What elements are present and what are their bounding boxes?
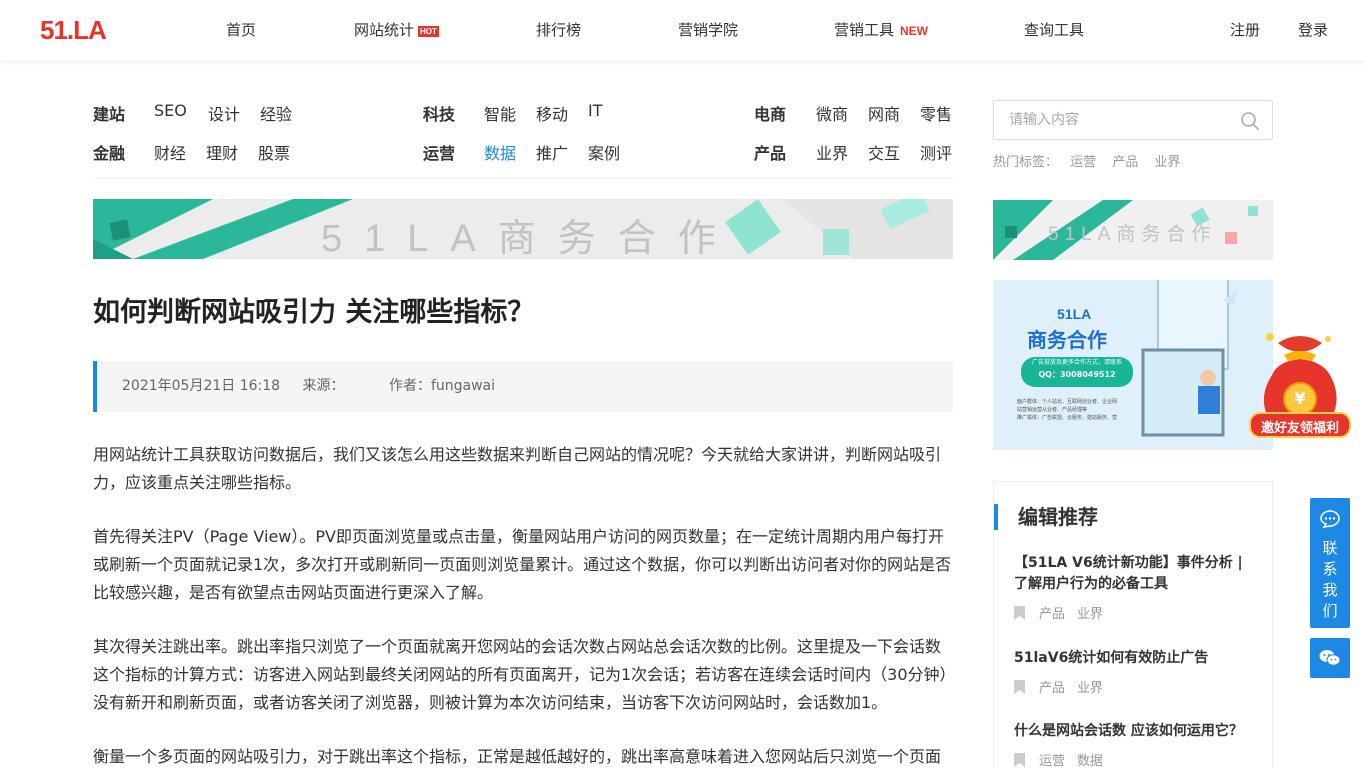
rec-tag[interactable]: 产品: [1039, 603, 1065, 622]
category-link[interactable]: 测评: [920, 140, 952, 164]
search-icon[interactable]: [1240, 111, 1260, 131]
bookmark-icon: [1014, 752, 1025, 767]
nav-home[interactable]: 首页: [226, 0, 256, 60]
ad-headline: 商务合作: [1027, 328, 1107, 352]
hot-tags: 热门标签： 运营 产品 业界: [993, 151, 1192, 170]
logo-text: 51.LA: [40, 15, 107, 45]
nav-marketing-tools[interactable]: 营销工具 NEW: [834, 0, 928, 60]
category-head[interactable]: 运营: [423, 144, 455, 163]
banner-text: 51LA商务合作: [321, 218, 738, 259]
category-link[interactable]: SEO: [154, 101, 187, 120]
category-link[interactable]: 交互: [868, 140, 900, 164]
ad-qq-pill: 广告投放及更多合作方式，请联系 QQ：3008049512: [1021, 357, 1133, 387]
article-paragraph: 首先得关注PV（Page View）。PV即页面浏览量或点击量，衡量网站用户访问…: [93, 527, 952, 602]
rec-tag[interactable]: 数据: [1077, 750, 1103, 768]
nav-marketing-academy[interactable]: 营销学院: [678, 0, 738, 60]
category-link[interactable]: 案例: [588, 140, 620, 164]
side-business-banner[interactable]: 51LA商务合作: [993, 200, 1273, 260]
category-head[interactable]: 电商: [754, 105, 786, 124]
category-head[interactable]: 产品: [754, 144, 786, 163]
hot-tag[interactable]: 产品: [1112, 155, 1138, 170]
category-group-jinrong: 金融: [93, 140, 125, 164]
category-link-active[interactable]: 数据: [484, 140, 516, 164]
article-paragraph: 其次得关注跳出率。跳出率指只浏览了一个页面就离开您网站的会话次数占网站总会话次数…: [93, 637, 948, 712]
rec-tags: 产品 业界: [1014, 603, 1254, 622]
article-author: 作者：fungawai: [388, 378, 496, 394]
site-logo[interactable]: 51.LA: [40, 15, 107, 45]
category-link[interactable]: 推广: [536, 140, 568, 164]
hot-tag[interactable]: 运营: [1070, 155, 1096, 170]
category-group-keji: 科技: [423, 101, 455, 125]
nav-ranking[interactable]: 排行榜: [536, 0, 581, 60]
rec-item[interactable]: 【51LA V6统计新功能】事件分析 | 了解用户行为的必备工具 产品 业界: [1014, 553, 1254, 622]
rec-tags: 产品 业界: [1014, 677, 1254, 696]
contact-us-button[interactable]: 联 系 我 们: [1310, 498, 1350, 628]
category-link[interactable]: 零售: [920, 101, 952, 125]
side-banner-text: 51LA商务合作: [1048, 224, 1217, 245]
category-link[interactable]: 理财: [206, 140, 238, 164]
contact-us-label: 联 系 我 们: [1322, 539, 1338, 620]
article-date: 2021年05月21日 16:18: [122, 378, 281, 394]
category-group-chanpin: 产品: [754, 140, 786, 164]
nav-query-tools[interactable]: 查询工具: [1024, 0, 1084, 60]
hot-badge: HOT: [418, 26, 439, 37]
reward-caption: 邀好友领福利: [1260, 421, 1339, 436]
register-link[interactable]: 注册: [1230, 0, 1260, 60]
editor-recommendations: 编辑推荐 【51LA V6统计新功能】事件分析 | 了解用户行为的必备工具 产品…: [993, 481, 1273, 768]
rec-item-title[interactable]: 【51LA V6统计新功能】事件分析 | 了解用户行为的必备工具: [1014, 553, 1254, 595]
category-head[interactable]: 金融: [93, 144, 125, 163]
category-link[interactable]: 网商: [868, 101, 900, 125]
search-input[interactable]: [994, 101, 1224, 139]
category-head[interactable]: 科技: [423, 105, 455, 124]
rec-item[interactable]: 什么是网站会话数 应该如何运用它？ 运营 数据: [1014, 721, 1254, 768]
bookmark-icon: [1014, 605, 1025, 620]
category-link[interactable]: 移动: [536, 101, 568, 125]
chat-bubble-icon: [1320, 510, 1340, 529]
article-title: 如何判断网站吸引力 关注哪些指标？: [93, 297, 535, 328]
rec-title: 编辑推荐: [994, 504, 1098, 530]
business-cooperation-banner[interactable]: 51LA商务合作: [93, 199, 953, 259]
category-link[interactable]: 股票: [258, 140, 290, 164]
category-link[interactable]: 设计: [208, 101, 240, 125]
category-head[interactable]: 建站: [93, 105, 125, 124]
site-header: 51.LA 首页 网站统计 HOT 排行榜 营销学院 营销工具 NEW 查询工具 注…: [0, 0, 1366, 60]
category-group-jianzhan: 建站: [93, 101, 125, 125]
rec-tag[interactable]: 业界: [1077, 603, 1103, 622]
ad-target-text: 面户群体：个人站长、互联网创业者、企业网 站营销运营从业者、产品经理等 推广载体…: [1017, 399, 1118, 421]
money-bag-symbol: ¥: [1294, 389, 1306, 408]
article-source: 来源：: [302, 378, 345, 394]
category-group-dianshang: 电商: [754, 101, 786, 125]
article-paragraph: 用网站统计工具获取访问数据后，我们又该怎么用这些数据来判断自己网站的情况呢？今天…: [93, 445, 942, 492]
article-paragraph: 衡量一个多页面的网站吸引力，对于跳出率这个指标，正常是越低越好的，跳出率高意味着…: [93, 747, 942, 766]
rec-item-title[interactable]: 51laV6统计如何有效防止广告: [1014, 648, 1254, 669]
new-badge: NEW: [900, 24, 929, 38]
rec-item-title[interactable]: 什么是网站会话数 应该如何运用它？: [1014, 721, 1254, 742]
category-link[interactable]: 智能: [484, 101, 516, 125]
hot-tags-label: 热门标签：: [993, 155, 1059, 170]
rec-tag[interactable]: 产品: [1039, 677, 1065, 696]
invite-reward-widget[interactable]: ¥ 邀好友领福利: [1248, 325, 1352, 441]
login-link[interactable]: 登录: [1298, 0, 1328, 60]
category-link[interactable]: 微商: [816, 101, 848, 125]
category-link[interactable]: 业界: [816, 140, 848, 164]
category-link[interactable]: 财经: [154, 140, 186, 164]
wechat-icon: [1319, 650, 1341, 666]
nav-site-stats[interactable]: 网站统计 HOT: [354, 0, 439, 60]
ad-brand: 51LA: [1057, 306, 1092, 322]
bookmark-icon: [1014, 679, 1025, 694]
article-meta: 2021年05月21日 16:18 来源： 作者：fungawai: [93, 361, 953, 412]
category-divider: [93, 178, 953, 179]
rec-item[interactable]: 51laV6统计如何有效防止广告 产品 业界: [1014, 648, 1254, 696]
rec-tag[interactable]: 运营: [1039, 750, 1065, 768]
hot-tag[interactable]: 业界: [1154, 155, 1180, 170]
search-box: [993, 100, 1273, 140]
wechat-button[interactable]: [1310, 638, 1350, 678]
rec-tags: 运营 数据: [1014, 750, 1254, 768]
cooperation-ad[interactable]: 51LA 商务合作 广告投放及更多合作方式，请联系 QQ：3008049512 …: [993, 280, 1273, 450]
category-group-yunying: 运营: [423, 140, 455, 164]
rec-tag[interactable]: 业界: [1077, 677, 1103, 696]
category-link[interactable]: 经验: [260, 101, 292, 125]
category-link[interactable]: IT: [588, 101, 603, 120]
